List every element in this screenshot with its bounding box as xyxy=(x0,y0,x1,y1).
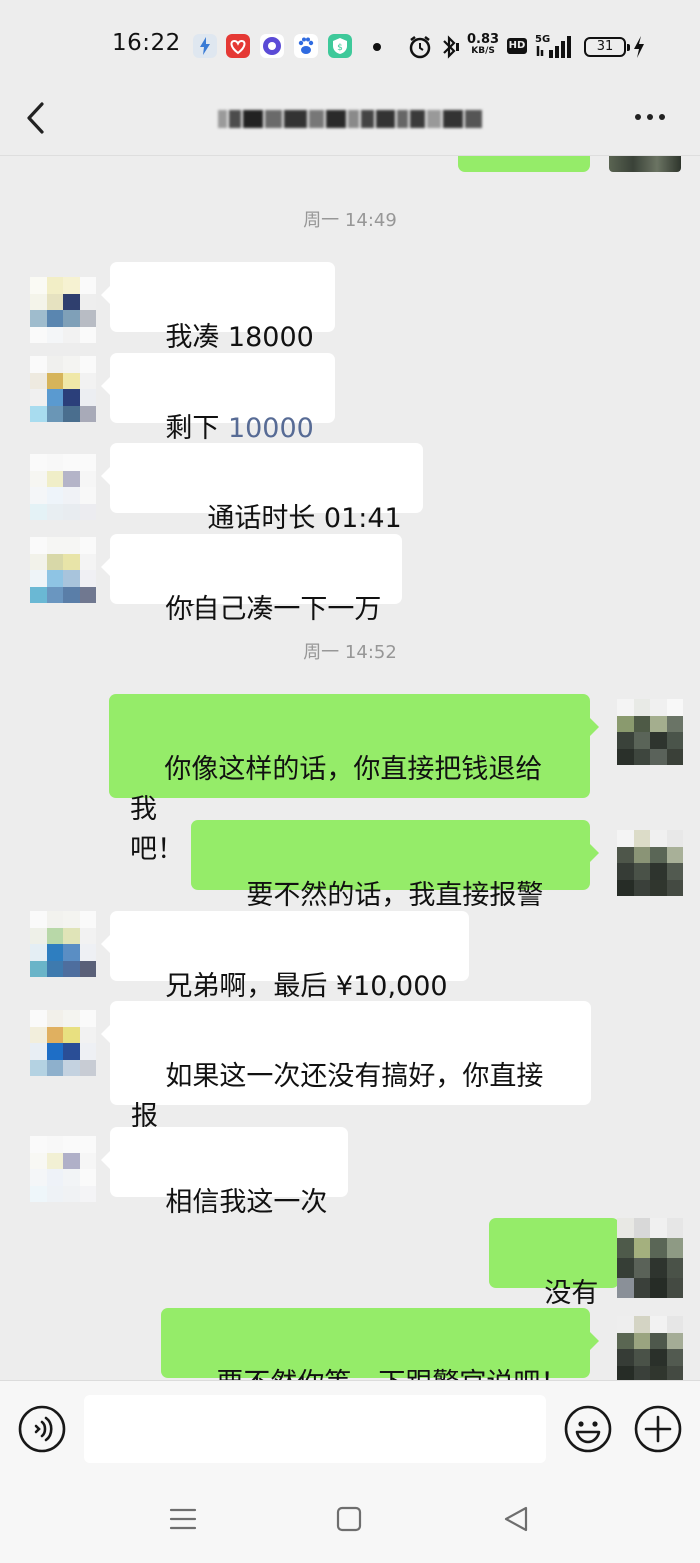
timestamp: 周一 14:49 xyxy=(303,210,397,231)
message-text: 相信我这一次 xyxy=(165,1187,328,1218)
hd-badge: HD xyxy=(507,38,527,54)
emoji-icon[interactable] xyxy=(564,1405,612,1453)
status-time: 16:22 xyxy=(112,30,181,56)
contact-avatar[interactable] xyxy=(30,454,96,520)
message-bubble[interactable]: 相信我这一次 xyxy=(100,1127,349,1218)
phone-hangup-icon xyxy=(165,499,199,607)
contact-avatar[interactable] xyxy=(30,356,96,422)
message-text: 我凑 18000 xyxy=(165,322,314,353)
message-text: 你自己凑一下一万 xyxy=(165,594,382,625)
message-text: 要不然你等一下跟警官说吧！ xyxy=(216,1368,567,1380)
message-bubble[interactable]: 要不然你等一下跟警官说吧！ xyxy=(161,1308,599,1380)
voice-icon[interactable] xyxy=(18,1405,66,1453)
purple-app-icon xyxy=(260,34,284,58)
message-text: 没有 xyxy=(544,1278,599,1309)
system-navigation-bar xyxy=(0,1476,700,1563)
message-text: 兄弟啊，最后 ¥10,000 xyxy=(165,971,448,1002)
message-bubble[interactable]: 你自己凑一下一万 xyxy=(100,534,403,625)
home-square-icon[interactable] xyxy=(332,1502,366,1536)
plus-icon[interactable] xyxy=(634,1405,682,1453)
network-speed: 0.83 KB/S xyxy=(467,32,500,56)
chat-message-list[interactable]: 周一 14:49 我凑 18000 剩下 10000 通话时长 01:41 你自… xyxy=(0,156,700,1380)
message-bubble[interactable]: 如果这一次还没有搞好，你直接报 警好吧 xyxy=(101,1001,591,1172)
input-bar xyxy=(0,1380,700,1476)
my-avatar[interactable] xyxy=(617,1316,683,1380)
chat-title-blurred xyxy=(218,102,482,136)
contact-avatar[interactable] xyxy=(30,537,96,603)
message-bubble[interactable]: 剩下 10000 xyxy=(101,353,335,444)
alarm-icon xyxy=(407,34,433,64)
back-triangle-icon[interactable] xyxy=(500,1502,534,1536)
charging-icon xyxy=(632,35,646,63)
message-bubble[interactable]: 兄弟啊，最后 ¥10,000 xyxy=(101,911,469,1002)
message-input[interactable] xyxy=(84,1395,546,1463)
previous-avatar xyxy=(609,156,681,172)
call-duration-text: 通话时长 01:41 xyxy=(207,503,402,534)
previous-outgoing-bubble xyxy=(458,156,590,172)
battery-indicator: 31 xyxy=(584,37,630,57)
my-avatar[interactable] xyxy=(617,1218,683,1298)
status-bar: 16:22 $ 0.83 KB/S HD 5G 31 xyxy=(0,0,700,80)
chat-header xyxy=(0,80,700,156)
bolt-app-icon xyxy=(193,34,217,58)
svg-text:$: $ xyxy=(337,43,343,53)
call-record-bubble[interactable]: 通话时长 01:41 xyxy=(101,443,423,607)
my-avatar[interactable] xyxy=(617,830,683,896)
contact-avatar[interactable] xyxy=(30,1136,96,1202)
bluetooth-icon xyxy=(438,33,462,65)
contact-avatar[interactable] xyxy=(30,911,96,977)
message-bubble[interactable]: 我凑 18000 xyxy=(101,262,335,353)
red-app-icon xyxy=(226,34,250,58)
chevron-left-icon[interactable] xyxy=(22,98,52,138)
message-bubble[interactable]: 没有 xyxy=(489,1218,629,1309)
my-avatar[interactable] xyxy=(617,699,683,765)
green-app-icon: $ xyxy=(328,34,352,58)
timestamp: 周一 14:52 xyxy=(303,642,397,663)
message-bubble[interactable]: 你像这样的话，你直接把钱退给我 吧！ xyxy=(109,694,599,865)
menu-icon[interactable] xyxy=(166,1502,200,1536)
phone-number-link[interactable]: 10000 xyxy=(228,413,314,444)
more-dots-icon[interactable] xyxy=(630,102,670,132)
contact-avatar[interactable] xyxy=(30,277,96,343)
message-text-prefix: 剩下 xyxy=(165,413,228,444)
contact-avatar[interactable] xyxy=(30,1010,96,1076)
signal-icon: 5G xyxy=(535,32,577,64)
message-bubble[interactable]: 要不然的话，我直接报警了 xyxy=(191,820,599,951)
notification-dot-icon xyxy=(373,43,381,51)
baidu-app-icon xyxy=(294,34,318,58)
svg-text:5G: 5G xyxy=(535,34,550,45)
